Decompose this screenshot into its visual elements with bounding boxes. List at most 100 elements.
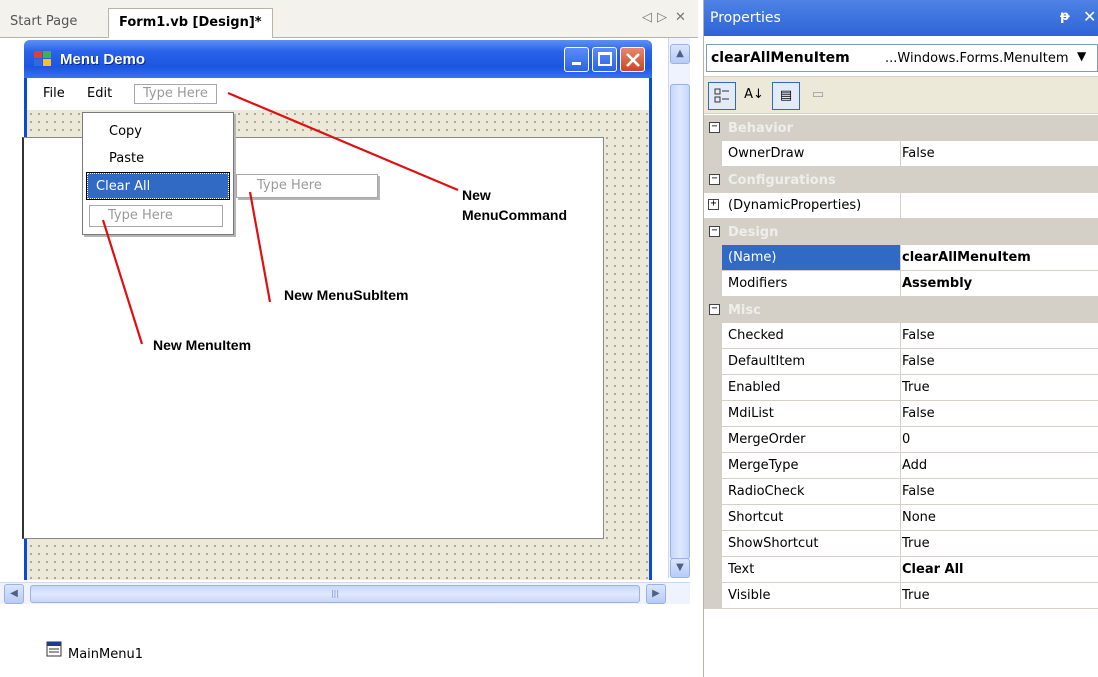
row-gutter: [704, 453, 722, 478]
property-value[interactable]: False: [902, 146, 935, 161]
mainmenu-component-label[interactable]: MainMenu1: [68, 647, 143, 662]
property-value[interactable]: Clear All: [902, 562, 964, 577]
row-gutter: [704, 479, 722, 504]
column-divider: [900, 531, 901, 557]
column-divider: [900, 505, 901, 531]
property-row-shortcut[interactable]: Shortcut None: [704, 505, 1098, 531]
property-row-modifiers[interactable]: Modifiers Assembly: [704, 271, 1098, 297]
property-name: OwnerDraw: [728, 146, 805, 161]
column-divider: [900, 193, 901, 219]
property-row-defaultitem[interactable]: DefaultItem False: [704, 349, 1098, 375]
close-panel-icon[interactable]: ✕: [1083, 7, 1096, 26]
property-row-text[interactable]: Text Clear All: [704, 557, 1098, 583]
property-value[interactable]: True: [902, 588, 930, 603]
property-row-showshortcut[interactable]: ShowShortcut True: [704, 531, 1098, 557]
collapse-icon[interactable]: −: [709, 304, 720, 315]
category-behavior[interactable]: − Behavior: [704, 115, 1098, 141]
property-value[interactable]: clearAllMenuItem: [902, 250, 1031, 265]
row-gutter: [704, 427, 722, 452]
property-name: MergeType: [728, 458, 799, 473]
property-value[interactable]: False: [902, 484, 935, 499]
row-gutter: [704, 557, 722, 582]
property-row-mergeorder[interactable]: MergeOrder 0: [704, 427, 1098, 453]
expand-icon[interactable]: +: [708, 199, 719, 210]
selected-object-type: ...Windows.Forms.MenuItem: [885, 51, 1069, 66]
property-row-enabled[interactable]: Enabled True: [704, 375, 1098, 401]
property-name: Shortcut: [728, 510, 784, 525]
categorized-view-icon[interactable]: [708, 82, 736, 110]
category-label: Behavior: [728, 121, 794, 136]
properties-view-icon[interactable]: ▤: [772, 82, 800, 110]
property-row-dynamicproperties[interactable]: + (DynamicProperties): [704, 193, 1098, 219]
category-label: Misc: [728, 303, 761, 318]
property-row-ownerdraw[interactable]: OwnerDraw False: [704, 141, 1098, 167]
column-divider: [900, 427, 901, 453]
property-row-name[interactable]: (Name) clearAllMenuItem: [704, 245, 1098, 271]
property-row-checked[interactable]: Checked False: [704, 323, 1098, 349]
category-label: Design: [728, 225, 779, 240]
property-pages-icon[interactable]: ▭: [804, 82, 832, 110]
chevron-down-icon[interactable]: ▼: [1077, 49, 1086, 63]
vertical-scrollbar[interactable]: ▲ ▼: [668, 38, 690, 578]
annotation-new-menusubitem: New MenuSubItem: [284, 287, 409, 303]
property-row-mergetype[interactable]: MergeType Add: [704, 453, 1098, 479]
designer-area: Start Page Form1.vb [Design]* ◁ ▷ ✕ Menu…: [0, 0, 698, 677]
property-value[interactable]: True: [902, 380, 930, 395]
property-row-mdilist[interactable]: MdiList False: [704, 401, 1098, 427]
collapse-icon[interactable]: −: [709, 174, 720, 185]
annotation-new: New: [462, 187, 491, 203]
row-gutter: [704, 401, 722, 426]
property-value[interactable]: Add: [902, 458, 927, 473]
category-design[interactable]: − Design: [704, 219, 1098, 245]
properties-titlebar: Properties ᵽ ✕: [704, 0, 1098, 36]
collapse-icon[interactable]: −: [709, 226, 720, 237]
property-name: Enabled: [728, 380, 781, 395]
scroll-right-icon[interactable]: ▶: [646, 584, 666, 604]
property-name: Visible: [728, 588, 771, 603]
property-value[interactable]: None: [902, 510, 936, 525]
property-name: Modifiers: [728, 276, 788, 291]
row-gutter: [704, 505, 722, 530]
category-misc[interactable]: − Misc: [704, 297, 1098, 323]
property-row-radiocheck[interactable]: RadioCheck False: [704, 479, 1098, 505]
column-divider: [900, 557, 901, 583]
property-value[interactable]: 0: [902, 432, 910, 447]
property-row-visible[interactable]: Visible True: [704, 583, 1098, 609]
property-name: MergeOrder: [728, 432, 806, 447]
scroll-left-icon[interactable]: ◀: [4, 584, 24, 604]
column-divider: [900, 245, 901, 271]
category-configurations[interactable]: − Configurations: [704, 167, 1098, 193]
column-divider: [900, 583, 901, 609]
object-selector[interactable]: clearAllMenuItem ...Windows.Forms.MenuIt…: [706, 44, 1098, 72]
pin-icon[interactable]: ᵽ: [1060, 9, 1070, 24]
collapse-icon[interactable]: −: [709, 122, 720, 133]
column-divider: [900, 375, 901, 401]
vertical-scroll-thumb[interactable]: [670, 84, 690, 559]
scroll-up-icon[interactable]: ▲: [670, 44, 690, 64]
column-divider: [900, 141, 901, 167]
property-name: RadioCheck: [728, 484, 805, 499]
property-name: Checked: [728, 328, 784, 343]
property-value[interactable]: False: [902, 328, 935, 343]
annotation-arrows: [101, 91, 459, 345]
column-divider: [900, 479, 901, 505]
property-value[interactable]: False: [902, 354, 935, 369]
arrow-new-menuitem: [101, 219, 144, 345]
property-name: MdiList: [728, 406, 774, 421]
horizontal-scrollbar[interactable]: ◀ ||| ▶: [0, 582, 690, 604]
property-name: (Name): [728, 250, 777, 265]
row-gutter: [704, 349, 722, 374]
scroll-down-icon[interactable]: ▼: [670, 558, 690, 578]
property-value[interactable]: False: [902, 406, 935, 421]
property-value[interactable]: Assembly: [902, 276, 972, 291]
property-name: DefaultItem: [728, 354, 806, 369]
row-gutter: [704, 375, 722, 400]
property-value[interactable]: True: [902, 536, 930, 551]
arrow-new-menucommand: [227, 91, 459, 192]
mainmenu-component-icon: [46, 641, 62, 657]
horizontal-scroll-thumb[interactable]: |||: [30, 585, 640, 603]
row-gutter: [704, 141, 722, 166]
row-gutter: [704, 245, 722, 270]
alphabetical-sort-icon[interactable]: A↓: [740, 82, 768, 110]
property-name: ShowShortcut: [728, 536, 819, 551]
